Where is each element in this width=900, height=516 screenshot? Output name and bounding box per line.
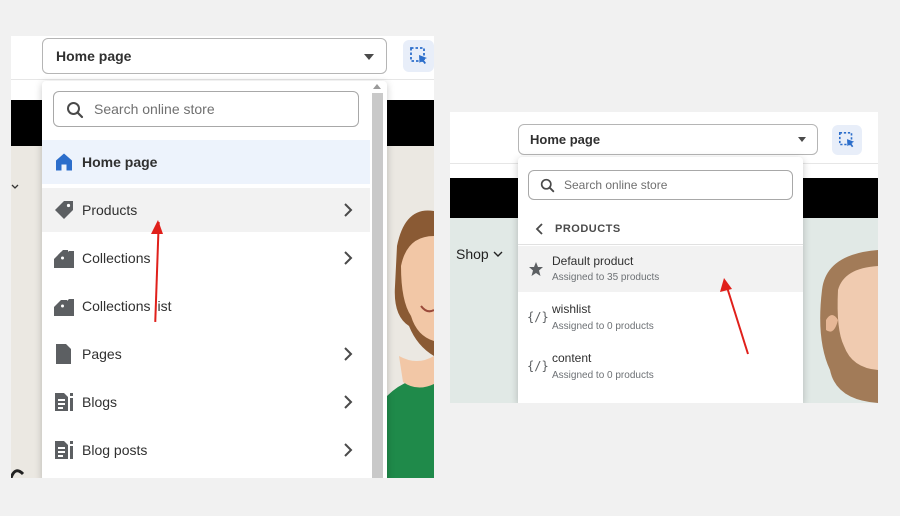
inspect-select-tool-button[interactable] (403, 40, 434, 72)
menu-item-products[interactable]: Products (42, 188, 370, 232)
template-name: content (552, 351, 592, 365)
store-nav-label: Shop (456, 246, 489, 262)
right-screenshot-panel: Home page Shop Search online store PRODU… (450, 112, 878, 403)
code-icon: {/} (527, 310, 549, 324)
menu-item-blogs[interactable]: Blogs (42, 380, 370, 424)
chevron-right-icon (344, 347, 353, 361)
back-to-categories-button[interactable]: PRODUCTS (518, 213, 803, 245)
hero-model-photo (820, 250, 878, 403)
back-label: PRODUCTS (555, 222, 621, 235)
inspect-select-tool-button[interactable] (832, 125, 862, 155)
chevron-down-icon (798, 137, 806, 142)
page-icon (56, 344, 71, 364)
menu-item-collections[interactable]: Collections (42, 236, 370, 280)
template-subtitle: Assigned to 0 products (552, 370, 654, 381)
store-nav-shop[interactable]: Shop (456, 246, 504, 262)
code-icon: {/} (527, 359, 549, 373)
menu-item-label: Pages (82, 346, 122, 362)
left-screenshot-panel: Home page Search online store Home page … (11, 36, 434, 478)
chevron-down-icon (11, 184, 19, 189)
menu-item-home-page[interactable]: Home page (42, 140, 370, 184)
chevron-down-icon (364, 54, 374, 60)
search-input[interactable]: Search online store (528, 170, 793, 200)
menu-item-label: Collections (82, 250, 151, 266)
resource-picker-dropdown: Search online store Home page Products C… (42, 81, 387, 478)
hero-model-photo (387, 210, 434, 478)
menu-item-label: Blogs (82, 394, 118, 410)
template-item-wishlist[interactable]: {/} wishlist Assigned to 0 products (518, 294, 803, 342)
annotation-arrow (151, 220, 163, 323)
search-input[interactable]: Search online store (53, 91, 359, 127)
page-selector[interactable]: Home page (518, 124, 818, 155)
collection-icon (54, 299, 74, 316)
collection-icon (54, 250, 74, 268)
menu-item-label: Products (82, 202, 138, 218)
annotation-arrow (720, 278, 749, 355)
editor-topbar: Home page (11, 36, 434, 80)
page-selector-label: Home page (56, 48, 132, 64)
dropdown-scrollbar[interactable] (372, 93, 383, 478)
select-cursor-icon (409, 47, 427, 64)
chevron-right-icon (344, 203, 353, 217)
scroll-up-arrow-icon[interactable] (373, 84, 381, 89)
page-selector-label: Home page (530, 132, 601, 147)
menu-item-collections-list[interactable]: Collections list (42, 284, 370, 328)
chevron-down-icon (493, 251, 503, 257)
search-icon (67, 102, 84, 119)
tag-icon (55, 201, 73, 219)
menu-item-pages[interactable]: Pages (42, 332, 370, 376)
template-item-content[interactable]: {/} content Assigned to 0 products (518, 343, 803, 391)
chevron-right-icon (344, 395, 353, 409)
menu-item-label: Blog posts (82, 442, 148, 458)
menu-item-blog-posts[interactable]: Blog posts (42, 428, 370, 472)
home-icon (56, 153, 72, 171)
select-cursor-icon (838, 131, 855, 148)
hero-text-fragment (11, 469, 25, 478)
template-item-default-product[interactable]: Default product Assigned to 35 products (518, 246, 803, 292)
search-icon (540, 178, 555, 193)
blog-icon (55, 441, 73, 459)
star-icon (529, 262, 543, 276)
page-selector[interactable]: Home page (42, 38, 387, 74)
chevron-right-icon (344, 251, 353, 265)
template-subtitle: Assigned to 35 products (552, 272, 660, 283)
template-name: Default product (552, 254, 634, 268)
resource-picker-dropdown: Search online store PRODUCTS Default pro… (518, 157, 803, 403)
search-placeholder: Search online store (564, 178, 668, 192)
menu-item-label: Home page (82, 154, 158, 170)
chevron-left-icon (535, 223, 543, 235)
template-subtitle: Assigned to 0 products (552, 321, 654, 332)
chevron-right-icon (344, 443, 353, 457)
blog-icon (55, 393, 73, 411)
template-name: wishlist (552, 302, 591, 316)
search-placeholder: Search online store (94, 101, 215, 117)
